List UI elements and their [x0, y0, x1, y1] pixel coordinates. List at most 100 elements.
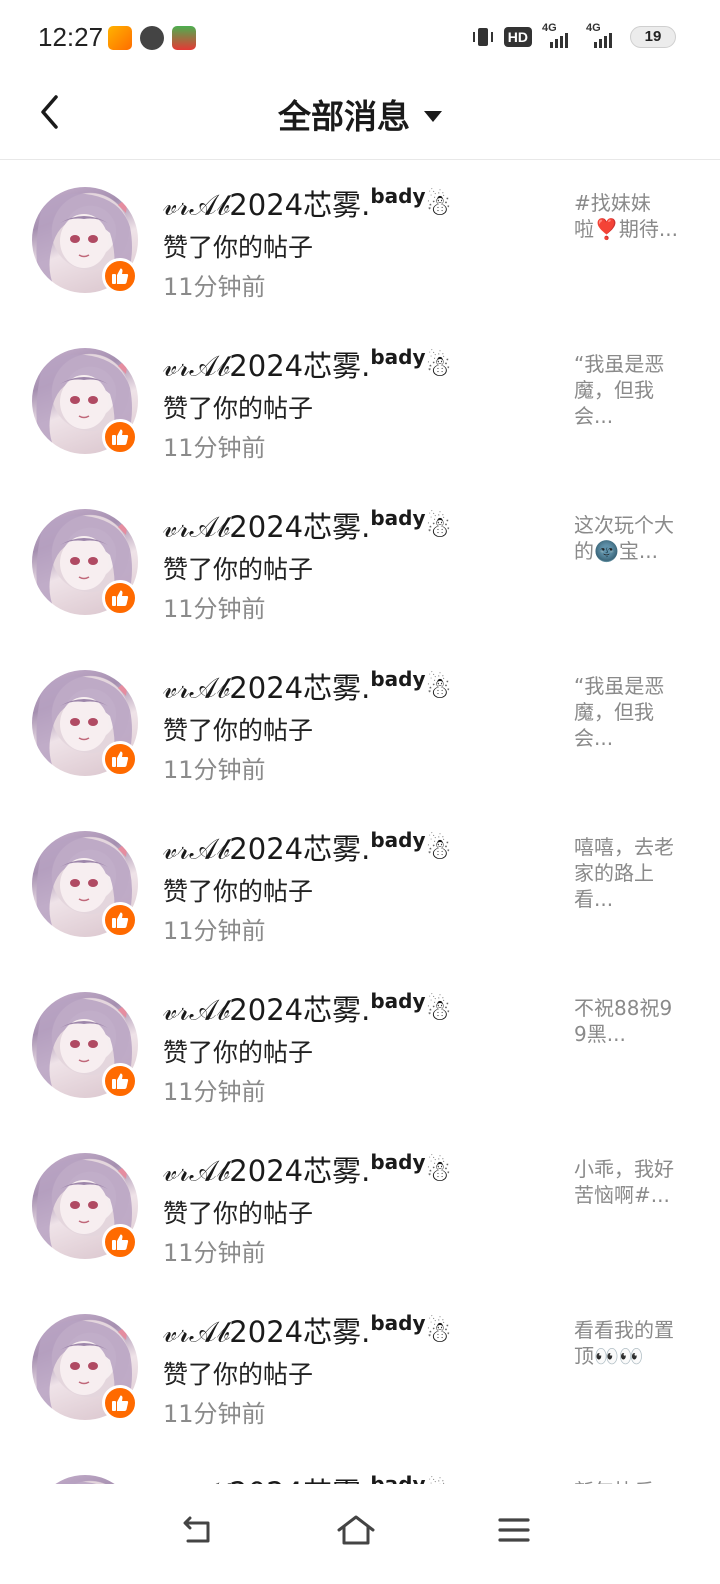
notification-action: 赞了你的帖子	[163, 233, 314, 262]
username-prefix: 𝓋𝓇𝒜𝒷	[163, 1154, 230, 1188]
username-prefix: 𝓋𝓇𝒜𝒷	[163, 993, 230, 1027]
battery-indicator: 19	[630, 26, 676, 48]
username-main: 2024芯雾.	[229, 1476, 370, 1484]
page-title: 全部消息	[278, 97, 410, 136]
username[interactable]: 𝓋𝓇𝒜𝒷2024芯雾.bady☃	[163, 665, 452, 707]
post-preview[interactable]: “我虽是恶魔，但我会...	[574, 673, 678, 751]
notification-item[interactable]: 𝓋𝓇𝒜𝒷2024芯雾.bady☃ 赞了你的帖子 11分钟前 不祝88祝99黑..…	[0, 965, 720, 1126]
thumbs-up-icon	[112, 751, 129, 767]
notification-time: 11分钟前	[163, 917, 266, 945]
username-prefix: 𝓋𝓇𝒜𝒷	[163, 510, 230, 544]
system-nav-bar	[0, 1484, 720, 1584]
username-main: 2024芯雾.	[229, 832, 371, 866]
username-prefix: 𝓋𝓇𝒜𝒷	[163, 188, 230, 222]
post-preview[interactable]: 嘻嘻，去老家的路上看...	[574, 834, 678, 912]
vibrate-icon	[472, 28, 493, 46]
like-badge	[102, 1063, 138, 1099]
username-sup: bady	[370, 828, 426, 852]
notification-item[interactable]: 𝓋𝓇𝒜𝒷2024芯雾.bady☃ 赞了你的帖子 11分钟前 #找妹妹啦❣️期待.…	[0, 160, 720, 321]
snowman-emoji: ☃	[425, 993, 452, 1027]
notification-item[interactable]: 𝓋𝓇𝒜𝒷2024芯雾.bady☃ 赞了你的帖子 11分钟前 新年快乐	[0, 1448, 720, 1484]
status-indicators: HD 4G 4G 19	[472, 22, 676, 49]
thumbs-up-icon	[112, 1234, 129, 1250]
notification-item[interactable]: 𝓋𝓇𝒜𝒷2024芯雾.bady☃ 赞了你的帖子 11分钟前 看看我的置顶👀👀	[0, 1287, 720, 1448]
like-badge	[102, 1385, 138, 1421]
username-main: 2024芯雾.	[229, 349, 371, 383]
notification-item[interactable]: 𝓋𝓇𝒜𝒷2024芯雾.bady☃ 赞了你的帖子 11分钟前 “我虽是恶魔，但我会…	[0, 321, 720, 482]
snowman-emoji: ☃	[425, 1154, 452, 1188]
notification-action: 赞了你的帖子	[163, 394, 314, 423]
snowman-emoji: ☃	[425, 510, 452, 544]
snowman-emoji: ☃	[425, 1315, 452, 1349]
username-prefix: 𝓋𝓇𝒜𝒷	[163, 349, 230, 383]
username[interactable]: 𝓋𝓇𝒜𝒷2024芯雾.bady☃	[163, 1148, 452, 1190]
notification-app-icons	[108, 26, 196, 50]
notification-list[interactable]: 𝓋𝓇𝒜𝒷2024芯雾.bady☃ 赞了你的帖子 11分钟前 #找妹妹啦❣️期待.…	[0, 160, 720, 1484]
snowman-emoji: ☃	[425, 188, 452, 222]
notification-time: 11分钟前	[163, 1078, 266, 1106]
notification-action: 赞了你的帖子	[163, 555, 314, 584]
nav-back-button[interactable]	[176, 1508, 220, 1552]
nav-menu-button[interactable]	[492, 1508, 536, 1552]
username-prefix: 𝓋𝓇𝒜𝒷	[163, 832, 230, 866]
notification-time: 11分钟前	[163, 595, 266, 623]
username-sup: bady	[370, 184, 426, 208]
username-main: 2024芯雾.	[229, 1154, 371, 1188]
snowman-emoji: ☃	[425, 671, 452, 705]
username-sup: bady	[370, 1472, 426, 1484]
thumbs-up-icon	[112, 1073, 129, 1089]
status-time: 12:27	[38, 22, 104, 52]
snowman-emoji: ☃	[425, 349, 452, 383]
notification-time: 11分钟前	[163, 756, 266, 784]
username-main: 2024芯雾.	[229, 188, 371, 222]
user-avatar[interactable]	[32, 1475, 138, 1484]
username-sup: bady	[370, 506, 426, 530]
house-app-icon	[172, 26, 196, 50]
username-sup: bady	[370, 989, 426, 1013]
nav-home-button[interactable]	[334, 1508, 378, 1552]
fan-app-icon	[140, 26, 164, 50]
username[interactable]: 𝓋𝓇𝒜𝒷2024芯雾.bady☃	[163, 826, 452, 868]
video-app-icon	[108, 26, 132, 50]
post-preview[interactable]: “我虽是恶魔，但我会...	[574, 351, 678, 429]
username[interactable]: 𝓋𝓇𝒜𝒷2024芯雾.bady☃	[163, 1309, 452, 1351]
signal-sim2-icon: 4G	[586, 22, 620, 48]
username-prefix: 𝓋𝓇𝒜𝒷	[163, 1476, 229, 1484]
thumbs-up-icon	[112, 590, 129, 606]
post-preview[interactable]: 这次玩个大的🌚宝...	[574, 512, 678, 564]
username[interactable]: 𝓋𝓇𝒜𝒷2024芯雾.bady☃	[163, 343, 452, 385]
menu-icon	[498, 1518, 530, 1542]
username[interactable]: 𝓋𝓇𝒜𝒷2024芯雾.bady☃	[163, 182, 452, 224]
post-preview[interactable]: #找妹妹啦❣️期待...	[574, 190, 678, 242]
back-arrow-icon	[183, 1516, 210, 1543]
username-prefix: 𝓋𝓇𝒜𝒷	[163, 671, 230, 705]
username[interactable]: 𝓋𝓇𝒜𝒷2024芯雾.bady☃	[163, 504, 452, 546]
thumbs-up-icon	[112, 429, 129, 445]
notification-action: 赞了你的帖子	[163, 1038, 314, 1067]
username-sup: bady	[370, 1150, 426, 1174]
notification-item[interactable]: 𝓋𝓇𝒜𝒷2024芯雾.bady☃ 赞了你的帖子 11分钟前 嘻嘻，去老家的路上看…	[0, 804, 720, 965]
post-preview[interactable]: 小乖，我好苦恼啊#...	[574, 1156, 678, 1208]
notification-time: 11分钟前	[163, 1239, 266, 1267]
message-filter-dropdown[interactable]: 全部消息	[0, 90, 720, 138]
notification-action: 赞了你的帖子	[163, 716, 314, 745]
username-main: 2024芯雾.	[229, 671, 371, 705]
post-preview[interactable]: 不祝88祝99黑...	[574, 995, 678, 1047]
username-main: 2024芯雾.	[229, 993, 371, 1027]
notification-item[interactable]: 𝓋𝓇𝒜𝒷2024芯雾.bady☃ 赞了你的帖子 11分钟前 这次玩个大的🌚宝..…	[0, 482, 720, 643]
notification-action: 赞了你的帖子	[163, 1360, 314, 1389]
like-badge	[102, 258, 138, 294]
notification-action: 赞了你的帖子	[163, 877, 314, 906]
username[interactable]: 𝓋𝓇𝒜𝒷2024芯雾.bady☃	[163, 987, 452, 1029]
snowman-emoji: ☃	[425, 832, 452, 866]
username[interactable]: 𝓋𝓇𝒜𝒷2024芯雾.bady☃	[163, 1470, 452, 1484]
thumbs-up-icon	[112, 268, 129, 284]
notification-item[interactable]: 𝓋𝓇𝒜𝒷2024芯雾.bady☃ 赞了你的帖子 11分钟前 小乖，我好苦恼啊#.…	[0, 1126, 720, 1287]
snowman-emoji: ☃	[426, 1476, 452, 1484]
notification-time: 11分钟前	[163, 1400, 266, 1428]
username-sup: bady	[370, 667, 426, 691]
thumbs-up-icon	[112, 912, 129, 928]
username-sup: bady	[370, 345, 426, 369]
post-preview[interactable]: 看看我的置顶👀👀	[574, 1317, 678, 1369]
notification-item[interactable]: 𝓋𝓇𝒜𝒷2024芯雾.bady☃ 赞了你的帖子 11分钟前 “我虽是恶魔，但我会…	[0, 643, 720, 804]
